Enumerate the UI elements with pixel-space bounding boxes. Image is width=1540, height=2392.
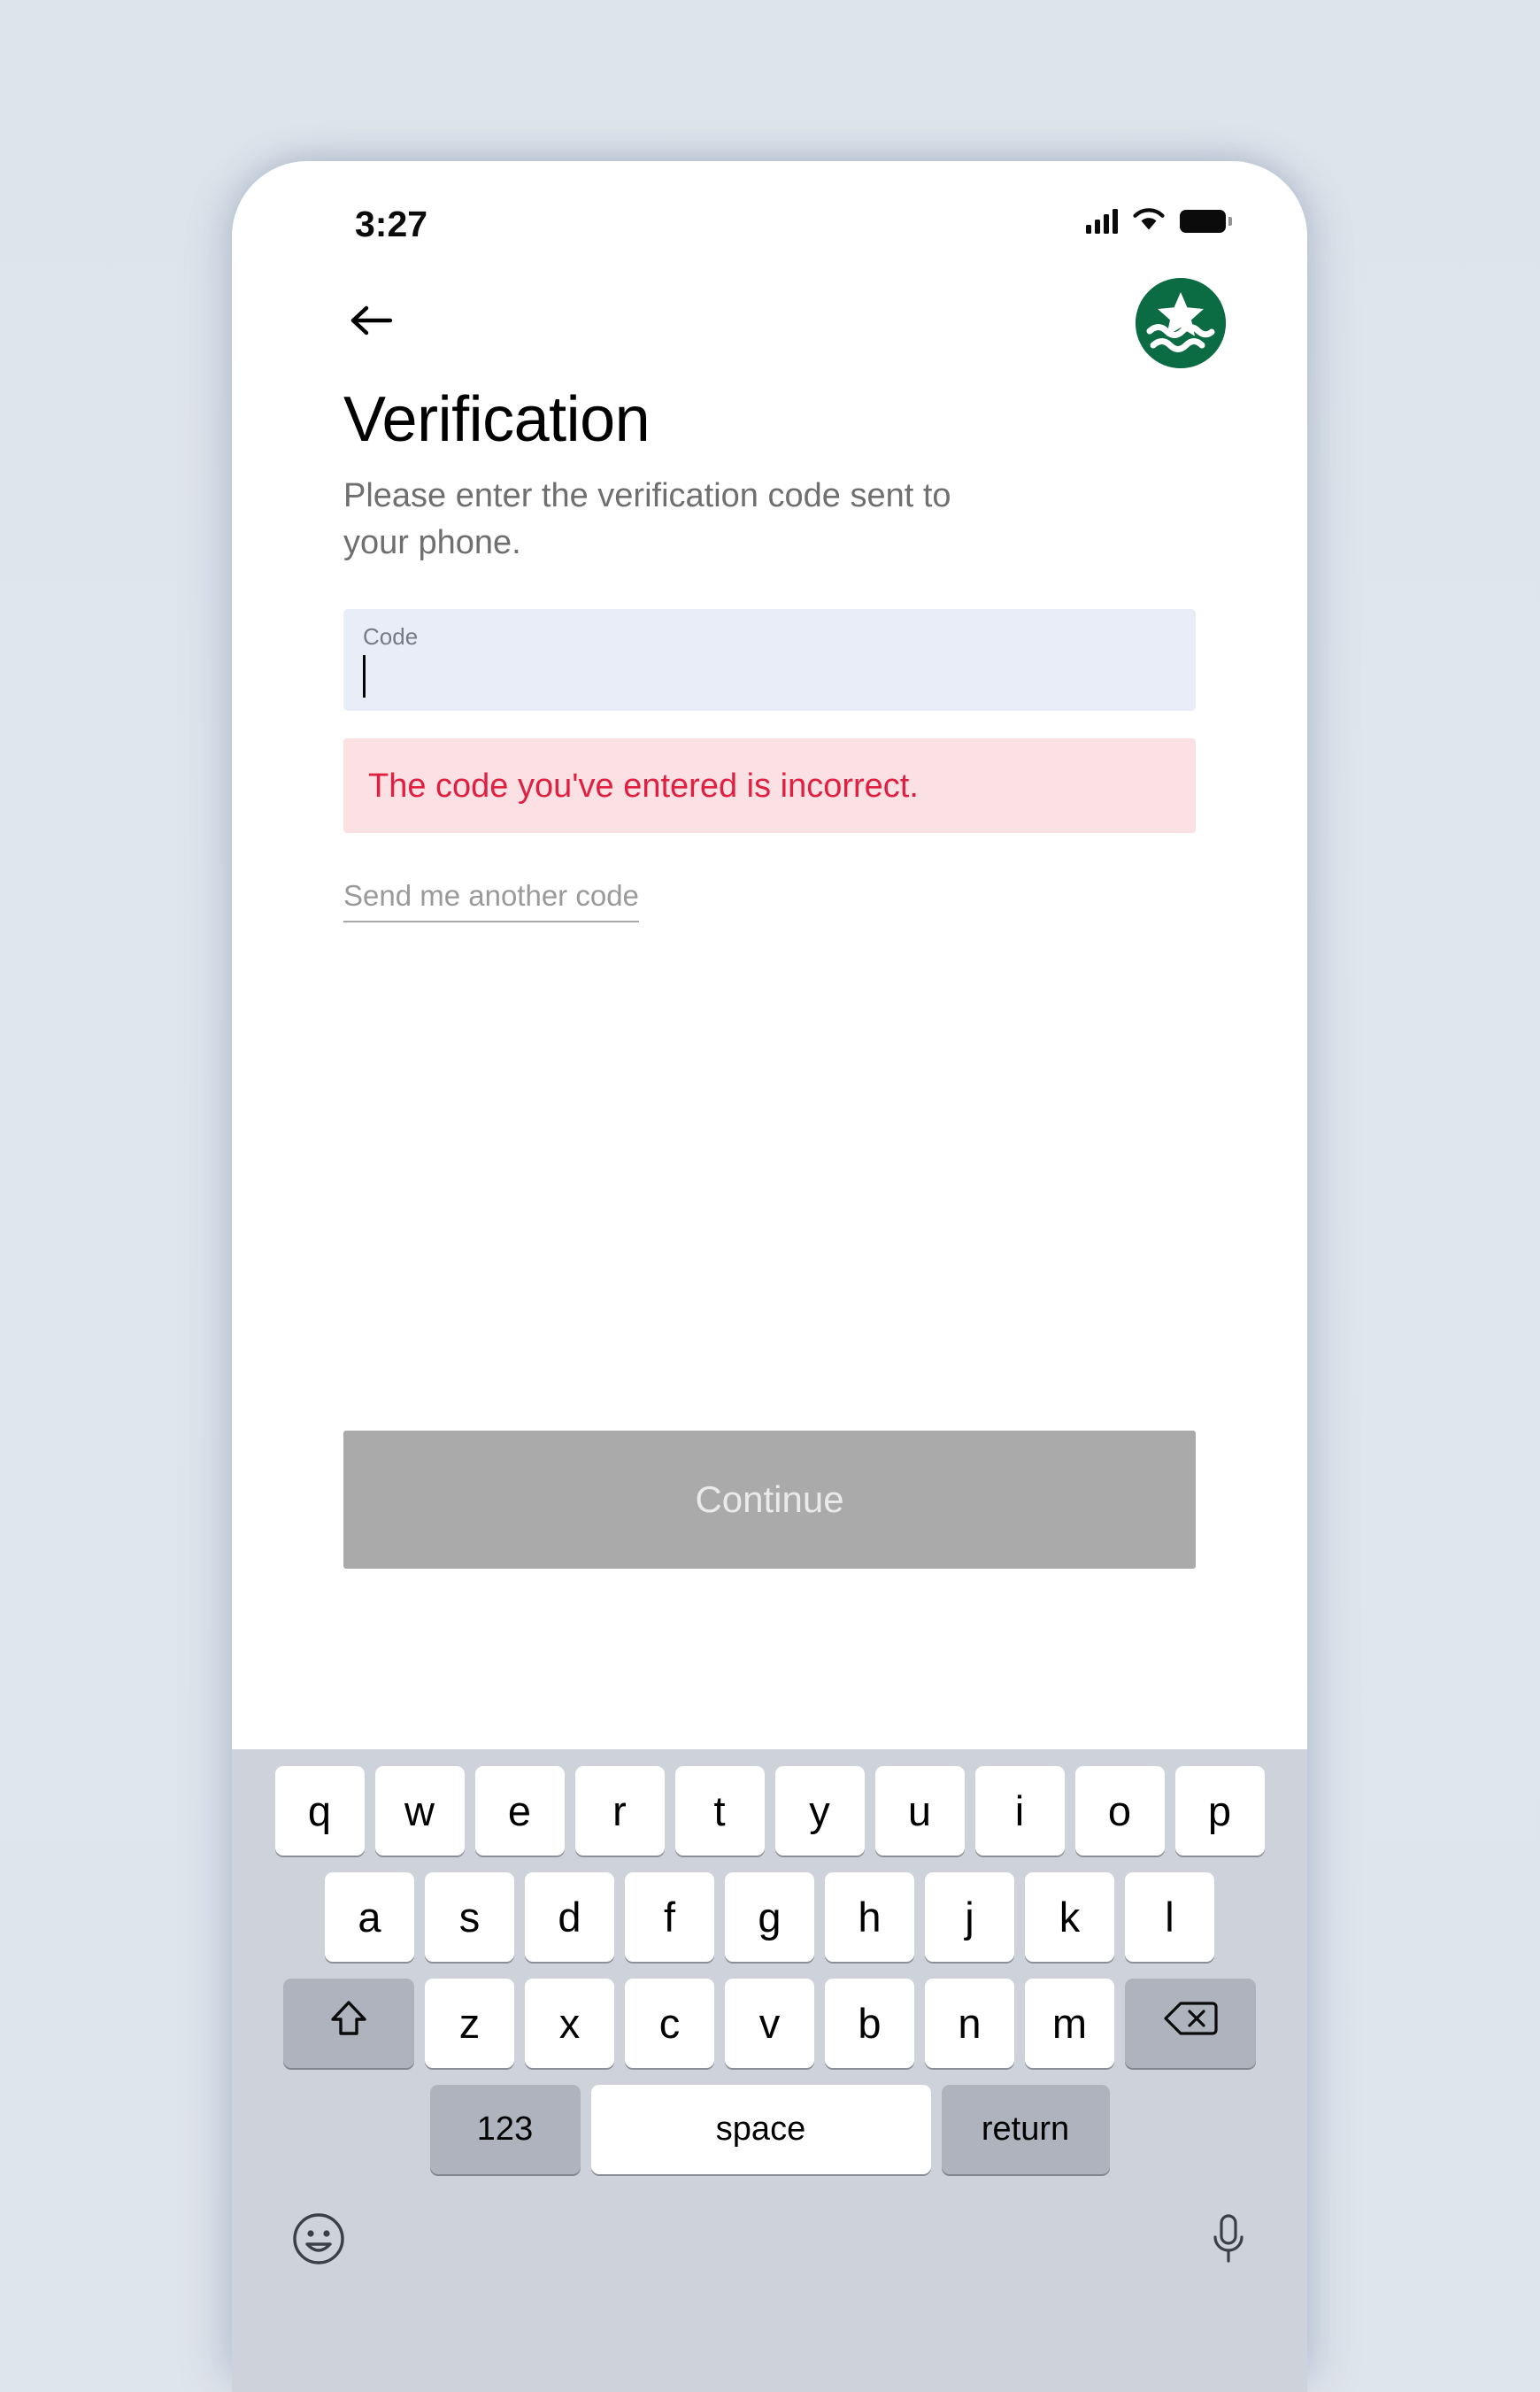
resend-row: Send me another code [343,879,1196,922]
back-button[interactable] [343,294,400,351]
key-v[interactable]: v [725,1979,814,2068]
emoji-key[interactable] [290,2211,347,2272]
backspace-icon [1163,1998,1218,2049]
key-q[interactable]: q [274,1766,365,1856]
keyboard-row-1: q w e r t y u i o p [232,1766,1307,1856]
key-e[interactable]: e [474,1766,565,1856]
key-a[interactable]: a [325,1872,414,1962]
key-b[interactable]: b [825,1979,914,2068]
key-i[interactable]: i [974,1766,1065,1856]
app-header [232,266,1307,382]
brand-logo-icon [1136,278,1226,368]
key-m[interactable]: m [1025,1979,1114,2068]
key-g[interactable]: g [725,1872,814,1962]
key-f[interactable]: f [625,1872,714,1962]
key-r[interactable]: r [574,1766,665,1856]
status-bar: 3:27 [232,161,1307,266]
key-x[interactable]: x [525,1979,614,2068]
back-arrow-icon [348,302,396,343]
key-k[interactable]: k [1025,1872,1114,1962]
continue-button[interactable]: Continue [343,1431,1196,1569]
error-message: The code you've entered is incorrect. [368,767,919,805]
onscreen-keyboard: q w e r t y u i o p a s d f g h j k l z … [232,1749,1307,2392]
cellular-signal-icon [1086,209,1118,234]
battery-icon [1180,210,1232,233]
key-n[interactable]: n [925,1979,1014,2068]
microphone-key[interactable] [1208,2211,1249,2272]
shift-icon [327,1996,371,2050]
key-j[interactable]: j [925,1872,1014,1962]
resend-code-link[interactable]: Send me another code [343,879,639,922]
shift-key[interactable] [283,1979,414,2068]
key-o[interactable]: o [1074,1766,1165,1856]
space-key[interactable]: space [590,2085,931,2174]
code-input-label: Code [363,623,419,650]
keyboard-row-4: 123 space return [232,2085,1307,2174]
page-subtitle: Please enter the verification code sent … [343,477,951,561]
emoji-icon [290,2211,347,2272]
keyboard-bottom-row [232,2191,1307,2272]
key-p[interactable]: p [1174,1766,1265,1856]
return-key[interactable]: return [941,2085,1110,2174]
numbers-key[interactable]: 123 [429,2085,581,2174]
text-caret [363,655,366,698]
microphone-icon [1208,2211,1249,2272]
key-c[interactable]: c [625,1979,714,2068]
key-w[interactable]: w [374,1766,465,1856]
backspace-key[interactable] [1125,1979,1256,2068]
key-u[interactable]: u [874,1766,965,1856]
keyboard-row-3: z x c v b n m [232,1979,1307,2068]
main-content: Verification Please enter the verificati… [232,382,1307,922]
key-t[interactable]: t [674,1766,765,1856]
key-d[interactable]: d [525,1872,614,1962]
wifi-icon [1132,207,1166,236]
page-title: Verification [343,384,651,455]
phone-frame: 3:27 Verification Please enter the verif… [232,161,1307,2392]
key-h[interactable]: h [825,1872,914,1962]
status-bar-time: 3:27 [355,204,428,244]
key-z[interactable]: z [425,1979,514,2068]
key-s[interactable]: s [425,1872,514,1962]
code-input[interactable]: Code [343,609,1196,711]
key-y[interactable]: y [774,1766,865,1856]
status-bar-icons [1086,204,1232,239]
keyboard-row-2: a s d f g h j k l [232,1872,1307,1962]
error-banner: The code you've entered is incorrect. [343,738,1196,833]
key-l[interactable]: l [1125,1872,1214,1962]
